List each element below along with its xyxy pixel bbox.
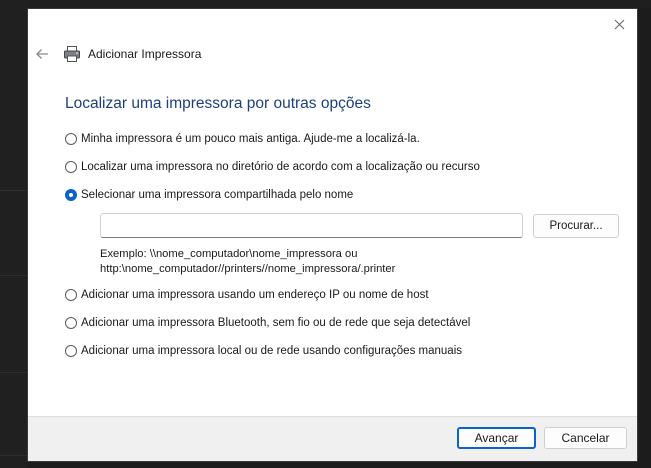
- browse-button[interactable]: Procurar...: [533, 214, 619, 238]
- radio-button[interactable]: [65, 161, 77, 173]
- option-directory-search[interactable]: Localizar uma impressora no diretório de…: [65, 161, 480, 173]
- close-button[interactable]: [607, 13, 631, 35]
- radio-button[interactable]: [65, 133, 77, 145]
- option-older-printer[interactable]: Minha impressora é um pouco mais antiga.…: [65, 133, 420, 145]
- radio-button[interactable]: [65, 317, 77, 329]
- dialog-header: Adicionar Impressora: [28, 37, 637, 71]
- example-line-2: http:\nome_computador//printers//nome_im…: [100, 263, 396, 275]
- option-label: Minha impressora é um pouco mais antiga.…: [81, 133, 420, 145]
- background-divider: [0, 190, 27, 191]
- option-label: Adicionar uma impressora local ou de red…: [81, 345, 462, 357]
- background-window-edge: [0, 0, 27, 468]
- page-heading: Localizar uma impressora por outras opçõ…: [65, 95, 371, 112]
- option-label: Selecionar uma impressora compartilhada …: [81, 189, 354, 201]
- option-tcpip-hostname[interactable]: Adicionar uma impressora usando um ender…: [65, 289, 429, 301]
- dialog-title: Adicionar Impressora: [88, 47, 202, 61]
- option-bluetooth-wireless[interactable]: Adicionar uma impressora Bluetooth, sem …: [65, 317, 470, 329]
- background-window-top: [27, 0, 651, 8]
- option-label: Adicionar uma impressora usando um ender…: [81, 289, 429, 301]
- background-divider: [0, 372, 27, 373]
- option-label: Adicionar uma impressora Bluetooth, sem …: [81, 317, 471, 329]
- printer-icon: [64, 46, 80, 62]
- background-divider: [0, 455, 27, 456]
- cancel-button[interactable]: Cancelar: [544, 427, 627, 449]
- back-arrow-icon: [36, 49, 48, 59]
- radio-button-selected[interactable]: [65, 189, 77, 201]
- back-button[interactable]: [29, 41, 55, 67]
- radio-button[interactable]: [65, 289, 77, 301]
- shared-printer-name-input[interactable]: [100, 213, 523, 238]
- next-button[interactable]: Avançar: [457, 427, 536, 449]
- example-text: Exemplo: \\nome_computador\nome_impresso…: [100, 247, 395, 277]
- dialog-footer: Avançar Cancelar: [28, 416, 637, 461]
- add-printer-dialog: Adicionar Impressora Localizar uma impre…: [27, 8, 638, 462]
- option-shared-by-name[interactable]: Selecionar uma impressora compartilhada …: [65, 189, 353, 201]
- background-divider: [0, 275, 27, 276]
- option-local-manual[interactable]: Adicionar uma impressora local ou de red…: [65, 345, 462, 357]
- radio-button[interactable]: [65, 345, 77, 357]
- close-icon: [614, 19, 624, 29]
- option-label: Localizar uma impressora no diretório de…: [81, 161, 480, 173]
- example-line-1: Exemplo: \\nome_computador\nome_impresso…: [100, 248, 358, 260]
